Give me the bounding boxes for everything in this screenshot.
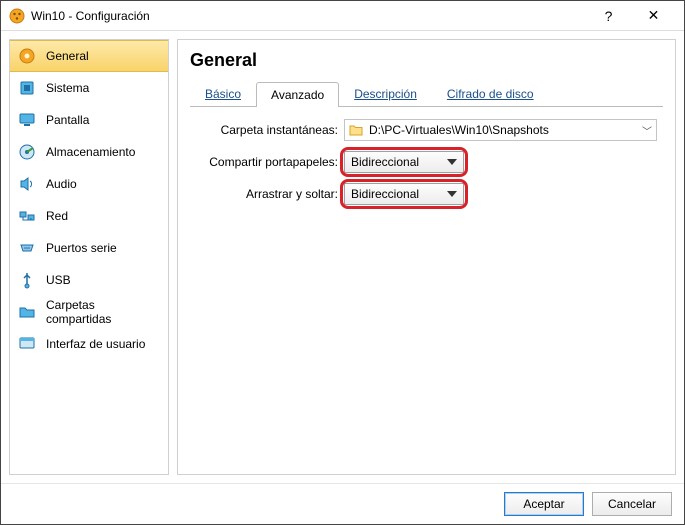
sidebar-item-label: Carpetas compartidas xyxy=(46,298,160,326)
cancel-button[interactable]: Cancelar xyxy=(592,492,672,516)
folder-icon xyxy=(18,303,36,321)
sidebar-item-label: Pantalla xyxy=(46,113,89,127)
chevron-down-icon xyxy=(447,159,457,165)
tab-descripcion[interactable]: Descripción xyxy=(339,81,432,106)
form-advanced: Carpeta instantáneas: D:\PC-Virtuales\Wi… xyxy=(190,107,663,227)
tab-cifrado-de-disco[interactable]: Cifrado de disco xyxy=(432,81,549,106)
sidebar-item-almacenamiento[interactable]: Almacenamiento xyxy=(10,136,168,168)
usb-icon xyxy=(18,271,36,289)
sidebar-item-audio[interactable]: Audio xyxy=(10,168,168,200)
display-icon xyxy=(18,111,36,129)
chevron-down-icon xyxy=(447,191,457,197)
sidebar-item-pantalla[interactable]: Pantalla xyxy=(10,104,168,136)
main-panel: General Básico Avanzado Descripción Cifr… xyxy=(177,39,676,475)
sidebar-item-general[interactable]: General xyxy=(10,40,168,72)
chip-icon xyxy=(18,79,36,97)
close-button[interactable]: ✕ xyxy=(631,1,676,31)
snapshot-folder-dropdown[interactable]: D:\PC-Virtuales\Win10\Snapshots ﹀ xyxy=(344,119,657,141)
tab-avanzado[interactable]: Avanzado xyxy=(256,82,339,107)
chevron-down-icon: ﹀ xyxy=(642,123,652,138)
accept-button[interactable]: Aceptar xyxy=(504,492,584,516)
sidebar-item-label: Red xyxy=(46,209,68,223)
window-title: Win10 - Configuración xyxy=(31,9,586,23)
sidebar-item-label: Puertos serie xyxy=(46,241,117,255)
snapshot-folder-value: D:\PC-Virtuales\Win10\Snapshots xyxy=(369,123,636,137)
sidebar-item-label: Interfaz de usuario xyxy=(46,337,145,351)
help-button[interactable]: ? xyxy=(586,1,631,31)
disk-icon xyxy=(18,143,36,161)
clipboard-value: Bidireccional xyxy=(351,155,419,169)
sidebar-item-label: USB xyxy=(46,273,71,287)
sidebar-item-label: Audio xyxy=(46,177,77,191)
clipboard-select[interactable]: Bidireccional xyxy=(344,151,464,173)
sidebar-item-red[interactable]: Red xyxy=(10,200,168,232)
dragdrop-value: Bidireccional xyxy=(351,187,419,201)
ui-icon xyxy=(18,335,36,353)
titlebar: Win10 - Configuración ? ✕ xyxy=(1,1,684,31)
sidebar-item-usb[interactable]: USB xyxy=(10,264,168,296)
serial-icon xyxy=(18,239,36,257)
sidebar-item-carpetas-compartidas[interactable]: Carpetas compartidas xyxy=(10,296,168,328)
clipboard-label: Compartir portapapeles: xyxy=(196,155,344,169)
sidebar-item-interfaz[interactable]: Interfaz de usuario xyxy=(10,328,168,360)
sidebar-item-sistema[interactable]: Sistema xyxy=(10,72,168,104)
speaker-icon xyxy=(18,175,36,193)
dialog-footer: Aceptar Cancelar xyxy=(1,483,684,524)
dragdrop-label: Arrastrar y soltar: xyxy=(196,187,344,201)
folder-icon xyxy=(349,124,363,136)
snapshot-folder-label: Carpeta instantáneas: xyxy=(196,123,344,137)
sidebar-item-label: Almacenamiento xyxy=(46,145,135,159)
sidebar-item-label: Sistema xyxy=(46,81,89,95)
gear-icon xyxy=(18,47,36,65)
app-icon xyxy=(9,8,25,24)
page-title: General xyxy=(190,50,663,71)
dragdrop-select[interactable]: Bidireccional xyxy=(344,183,464,205)
sidebar-item-puertos-serie[interactable]: Puertos serie xyxy=(10,232,168,264)
settings-sidebar: General Sistema Pantalla Almacenamiento … xyxy=(9,39,169,475)
tab-basico[interactable]: Básico xyxy=(190,81,256,106)
network-icon xyxy=(18,207,36,225)
sidebar-item-label: General xyxy=(46,49,89,63)
tabs: Básico Avanzado Descripción Cifrado de d… xyxy=(190,81,663,107)
